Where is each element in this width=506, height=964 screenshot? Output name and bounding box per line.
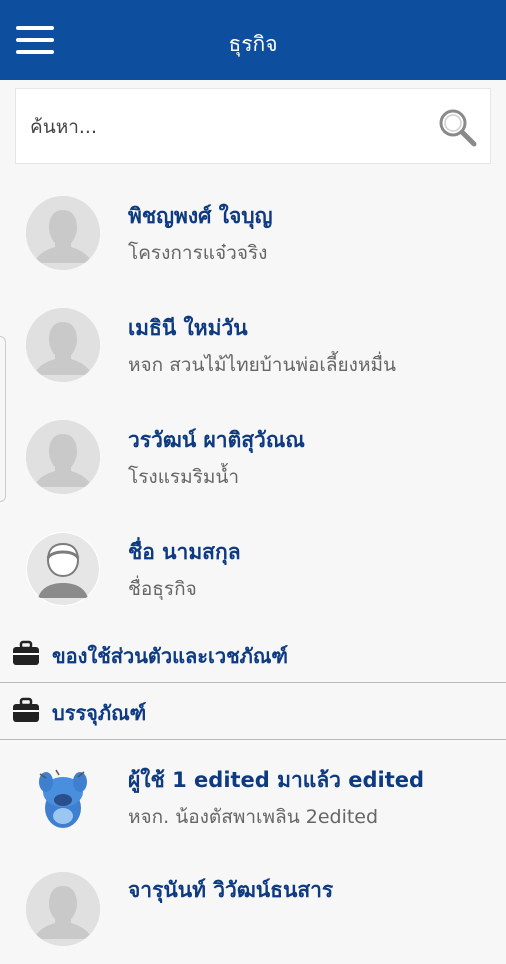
person-placeholder-icon — [26, 872, 100, 946]
briefcase-icon — [13, 697, 39, 722]
contact-name: ผู้ใช้ 1 edited มาแล้ว edited — [128, 768, 425, 792]
briefcase-icon — [13, 640, 39, 665]
business-name: โรงแรมริมน้ำ — [128, 466, 240, 488]
app-bar: ธุรกิจ — [0, 0, 506, 80]
list-item[interactable]: พิชญพงศ์ ใจบุญ โครงการแจ๋วจริง — [0, 176, 506, 288]
list-item[interactable]: ชื่อ นามสกุล ชื่อธุรกิจ — [0, 512, 506, 624]
business-name: ชื่อธุรกิจ — [128, 578, 197, 600]
person-placeholder-icon — [26, 196, 100, 270]
list-item[interactable]: เมธินี ใหม่วัน หจก สวนไม้ไทยบ้านพ่อเลี้ย… — [0, 288, 506, 400]
business-name: โครงการแจ๋วจริง — [128, 242, 268, 264]
section-label: ของใช้ส่วนตัวและเวชภัณฑ์ — [52, 644, 288, 668]
person-silhouette-icon — [26, 532, 100, 606]
avatar — [26, 308, 100, 382]
cartoon-character-icon — [26, 760, 100, 834]
category-section[interactable]: บรรจุภัณฑ์ — [0, 683, 506, 740]
contact-name: จารุนันท์ วิวัฒน์ธนสาร — [128, 878, 334, 902]
avatar — [26, 872, 100, 946]
contact-name: ชื่อ นามสกุล — [128, 540, 241, 564]
search-bar — [15, 88, 491, 164]
section-label: บรรจุภัณฑ์ — [52, 701, 147, 725]
avatar — [26, 420, 100, 494]
category-section[interactable]: ของใช้ส่วนตัวและเวชภัณฑ์ — [0, 626, 506, 683]
search-input[interactable] — [28, 107, 432, 147]
contact-name: เมธินี ใหม่วัน — [128, 316, 248, 340]
business-name: หจก สวนไม้ไทยบ้านพ่อเลี้ยงหมื่น — [128, 354, 396, 376]
avatar — [26, 196, 100, 270]
contact-name: วรวัฒน์ ผาติสุวัณณ — [128, 428, 305, 452]
search-icon[interactable] — [436, 106, 480, 150]
avatar — [26, 760, 100, 834]
avatar — [26, 532, 100, 606]
contact-name: พิชญพงศ์ ใจบุญ — [128, 204, 273, 228]
list-item[interactable]: ผู้ใช้ 1 edited มาแล้ว edited หจก. น้องต… — [0, 740, 506, 852]
list-item[interactable]: วรวัฒน์ ผาติสุวัณณ โรงแรมริมน้ำ — [0, 400, 506, 512]
person-placeholder-icon — [26, 420, 100, 494]
page-title: ธุรกิจ — [228, 32, 278, 56]
person-placeholder-icon — [26, 308, 100, 382]
business-name: หจก. น้องตัสพาเพลิน 2edited — [128, 806, 379, 828]
list-item[interactable]: จารุนันท์ วิวัฒน์ธนสาร — [0, 852, 506, 964]
